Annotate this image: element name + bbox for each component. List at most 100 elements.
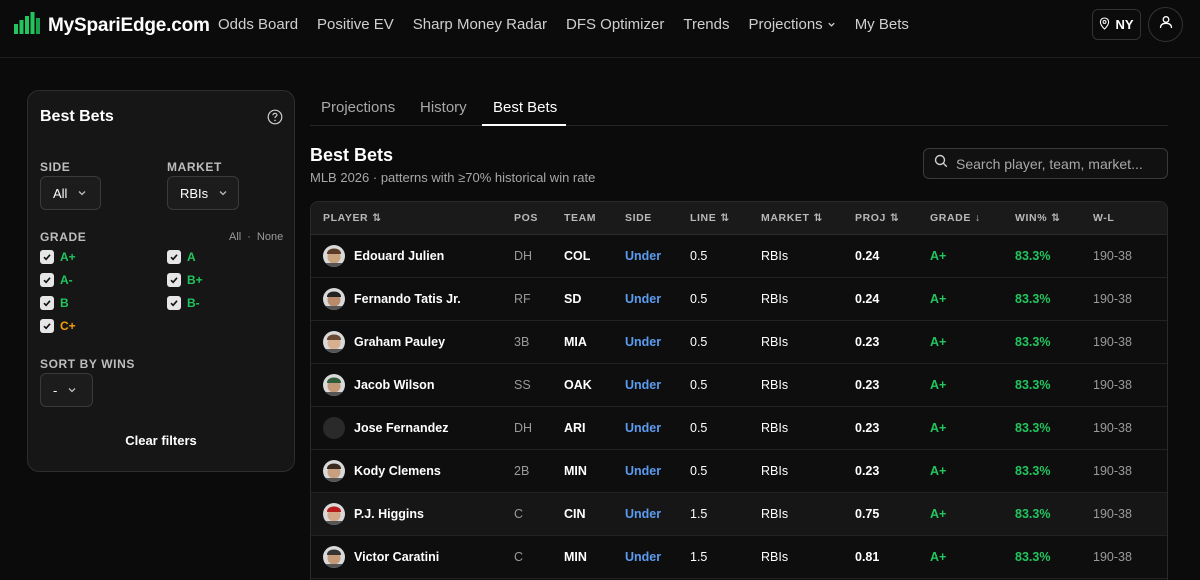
win-loss-record: 190-38 bbox=[1093, 335, 1132, 349]
side-select[interactable]: All bbox=[40, 176, 101, 210]
table-row[interactable]: Victor Caratini C MIN Under 1.5 RBIs 0.81 A+ 83.… bbox=[311, 536, 1167, 579]
line: 0.5 bbox=[690, 464, 708, 478]
grade: A+ bbox=[930, 464, 947, 478]
col-win-pct[interactable]: WIN% ⇅ bbox=[1015, 212, 1061, 224]
player-name[interactable]: Fernando Tatis Jr. bbox=[354, 292, 461, 306]
table-row[interactable]: P.J. Higgins C CIN Under 1.5 RBIs 0.75 A+ 83.3% 1… bbox=[311, 493, 1167, 536]
grade-option-label: A- bbox=[60, 273, 73, 287]
grade-select-all-link[interactable]: All bbox=[229, 231, 241, 243]
grade-checkbox-a-minus[interactable]: A- bbox=[40, 273, 73, 287]
market: RBIs bbox=[761, 249, 789, 263]
col-label: PROJ bbox=[855, 212, 886, 224]
player-avatar bbox=[323, 374, 345, 396]
win-pct: 83.3% bbox=[1015, 507, 1051, 521]
projection: 0.23 bbox=[855, 421, 880, 435]
table-row[interactable]: Edouard Julien DH COL Under 0.5 RBIs 0.24 A+ 83.… bbox=[311, 235, 1167, 278]
player-name[interactable]: Jacob Wilson bbox=[354, 378, 434, 392]
win-loss-record: 190-38 bbox=[1093, 550, 1132, 564]
position: RF bbox=[514, 292, 531, 306]
tab-projections[interactable]: Projections bbox=[321, 99, 395, 116]
nav-positive-ev[interactable]: Positive EV bbox=[317, 16, 394, 33]
player-avatar bbox=[323, 331, 345, 353]
grade-option-label: A bbox=[187, 250, 196, 264]
sort-arrows-icon: ⇅ bbox=[890, 212, 900, 224]
sort-arrows-icon: ⇅ bbox=[1051, 212, 1061, 224]
checkbox-checked-icon bbox=[40, 319, 54, 333]
player-name[interactable]: Edouard Julien bbox=[354, 249, 444, 263]
player-name[interactable]: Jose Fernandez bbox=[354, 421, 448, 435]
best-bets-table: PLAYER ⇅ POS TEAM SIDE LINE ⇅ MARKET ⇅ PROJ… bbox=[310, 201, 1168, 580]
bar-chart-logo-icon bbox=[14, 12, 40, 39]
chevron-down-icon bbox=[218, 186, 228, 201]
grade-checkbox-c-plus[interactable]: C+ bbox=[40, 319, 76, 333]
grade-select-none-link[interactable]: None bbox=[257, 231, 283, 243]
page-subtitle: MLB 2026 · patterns with ≥70% historical… bbox=[310, 170, 596, 185]
table-row[interactable]: Kody Clemens 2B MIN Under 0.5 RBIs 0.23 A+ 83.3%… bbox=[311, 450, 1167, 493]
nav-sharp-money-radar[interactable]: Sharp Money Radar bbox=[413, 16, 547, 33]
top-navbar: MySpariEdge.com Odds Board Positive EV S… bbox=[0, 0, 1200, 58]
sort-by-wins-select[interactable]: - bbox=[40, 373, 93, 407]
grade-checkbox-a[interactable]: A bbox=[167, 250, 196, 264]
player-avatar bbox=[323, 417, 345, 439]
checkbox-checked-icon bbox=[40, 296, 54, 310]
col-line[interactable]: LINE ⇅ bbox=[690, 212, 730, 224]
player-name[interactable]: Graham Pauley bbox=[354, 335, 445, 349]
market: RBIs bbox=[761, 292, 789, 306]
chevron-down-icon bbox=[827, 16, 836, 33]
nav-dfs-optimizer[interactable]: DFS Optimizer bbox=[566, 16, 664, 33]
win-pct: 83.3% bbox=[1015, 378, 1051, 392]
user-menu-button[interactable] bbox=[1148, 7, 1183, 42]
win-loss-record: 190-38 bbox=[1093, 421, 1132, 435]
nav-my-bets[interactable]: My Bets bbox=[855, 16, 909, 33]
player-name[interactable]: Victor Caratini bbox=[354, 550, 439, 564]
table-row[interactable]: Fernando Tatis Jr. RF SD Under 0.5 RBIs 0.24 A+… bbox=[311, 278, 1167, 321]
grade: A+ bbox=[930, 378, 947, 392]
projection: 0.23 bbox=[855, 335, 880, 349]
search-input[interactable] bbox=[956, 155, 1156, 172]
col-proj[interactable]: PROJ ⇅ bbox=[855, 212, 899, 224]
projection: 0.24 bbox=[855, 292, 880, 306]
player-avatar bbox=[323, 245, 345, 267]
sort-desc-arrow-icon: ↓ bbox=[974, 212, 981, 224]
grade: A+ bbox=[930, 421, 947, 435]
market: RBIs bbox=[761, 421, 789, 435]
side: Under bbox=[625, 507, 662, 521]
grade-option-label: B bbox=[60, 296, 69, 310]
win-pct: 83.3% bbox=[1015, 550, 1051, 564]
help-circle-icon[interactable] bbox=[267, 109, 283, 130]
clear-filters-button[interactable]: Clear filters bbox=[28, 433, 294, 448]
table-row[interactable]: Jacob Wilson SS OAK Under 0.5 RBIs 0.23 A+ 83.3%… bbox=[311, 364, 1167, 407]
col-player[interactable]: PLAYER ⇅ bbox=[323, 212, 382, 224]
team: COL bbox=[564, 249, 591, 263]
tab-best-bets[interactable]: Best Bets bbox=[493, 99, 557, 116]
table-row[interactable]: Graham Pauley 3B MIA Under 0.5 RBIs 0.23 A+ 83.3… bbox=[311, 321, 1167, 364]
table-row[interactable]: Jose Fernandez DH ARI Under 0.5 RBIs 0.23 A+ 83.… bbox=[311, 407, 1167, 450]
grade-checkbox-b-minus[interactable]: B- bbox=[167, 296, 200, 310]
market-select[interactable]: RBIs bbox=[167, 176, 239, 210]
nav-odds-board[interactable]: Odds Board bbox=[218, 16, 298, 33]
player-name[interactable]: Kody Clemens bbox=[354, 464, 441, 478]
grade-checkbox-b[interactable]: B bbox=[40, 296, 69, 310]
player-name[interactable]: P.J. Higgins bbox=[354, 507, 424, 521]
col-market[interactable]: MARKET ⇅ bbox=[761, 212, 823, 224]
tab-history[interactable]: History bbox=[420, 99, 467, 116]
team: CIN bbox=[564, 507, 586, 521]
brand-name: MySpariEdge.com bbox=[48, 14, 210, 36]
win-pct: 83.3% bbox=[1015, 335, 1051, 349]
player-avatar bbox=[323, 546, 345, 568]
location-label: NY bbox=[1115, 17, 1134, 32]
location-button[interactable]: NY bbox=[1092, 9, 1141, 40]
col-label: WIN% bbox=[1015, 212, 1048, 224]
team: MIN bbox=[564, 550, 587, 564]
nav-trends[interactable]: Trends bbox=[683, 16, 729, 33]
col-grade[interactable]: GRADE ↓ bbox=[930, 212, 981, 224]
win-loss-record: 190-38 bbox=[1093, 249, 1132, 263]
grade-checkbox-a-plus[interactable]: A+ bbox=[40, 250, 76, 264]
active-tab-indicator bbox=[482, 124, 566, 126]
market: RBIs bbox=[761, 507, 789, 521]
brand[interactable]: MySpariEdge.com bbox=[14, 12, 210, 39]
player-avatar bbox=[323, 503, 345, 525]
projection: 0.75 bbox=[855, 507, 880, 521]
grade-checkbox-b-plus[interactable]: B+ bbox=[167, 273, 203, 287]
nav-projections[interactable]: Projections bbox=[748, 16, 835, 33]
